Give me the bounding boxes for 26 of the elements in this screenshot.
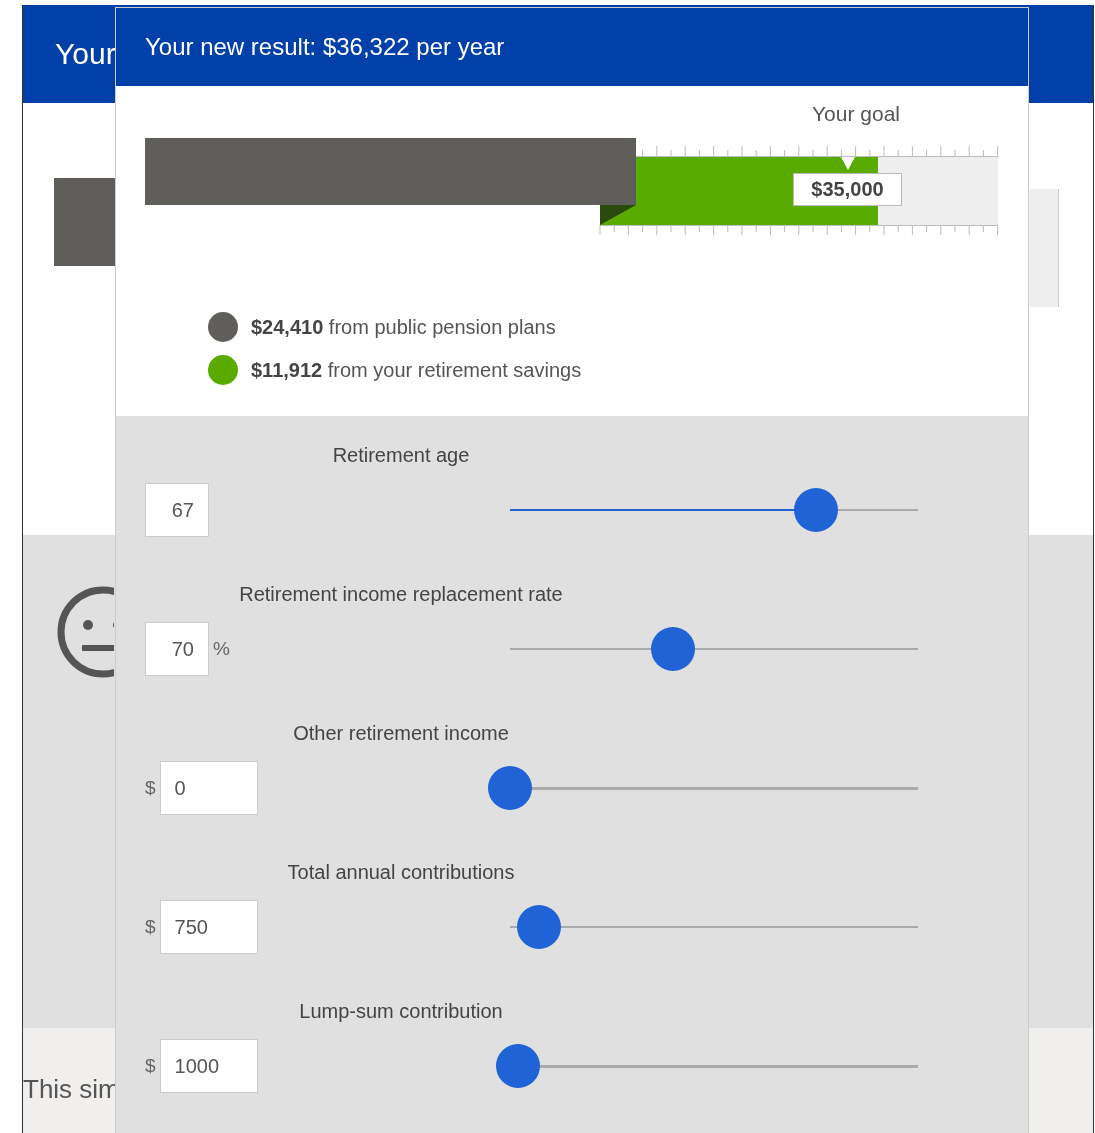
- value-field[interactable]: 750: [159, 900, 258, 954]
- slider-label: Retirement age: [331, 444, 471, 467]
- slider-label: Retirement income replacement rate: [238, 583, 564, 606]
- slider-thumb[interactable]: [496, 1044, 541, 1088]
- percent-sign: %: [213, 638, 230, 660]
- slider-thumb[interactable]: [488, 766, 532, 810]
- neutral-face-icon: [56, 585, 114, 679]
- slider-label: Other retirement income: [292, 722, 510, 745]
- currency-sign: $: [145, 1055, 156, 1077]
- currency-sign: $: [145, 777, 156, 799]
- slider-thumb[interactable]: [794, 488, 838, 532]
- value-field[interactable]: 1000: [159, 1039, 258, 1093]
- page-title: Your: [55, 37, 116, 71]
- dialog-title: Your new result: $36,322 per year: [145, 33, 505, 61]
- slider-label: Total annual contributions: [286, 861, 516, 884]
- goal-value: $35,000: [793, 173, 902, 206]
- slider-label: Lump-sum contribution: [298, 1000, 504, 1023]
- value-field[interactable]: 67: [145, 483, 209, 537]
- goal-label: Your goal: [812, 102, 900, 126]
- value-field[interactable]: 70: [145, 622, 209, 676]
- value-field[interactable]: 0: [159, 761, 258, 815]
- legend-text: $11,912 from your retirement savings: [251, 358, 582, 382]
- slider-thumb[interactable]: [516, 905, 561, 949]
- currency-sign: $: [145, 916, 156, 938]
- slider-thumb[interactable]: [651, 627, 696, 671]
- legend-text: $24,410 from public pension plans: [251, 315, 556, 339]
